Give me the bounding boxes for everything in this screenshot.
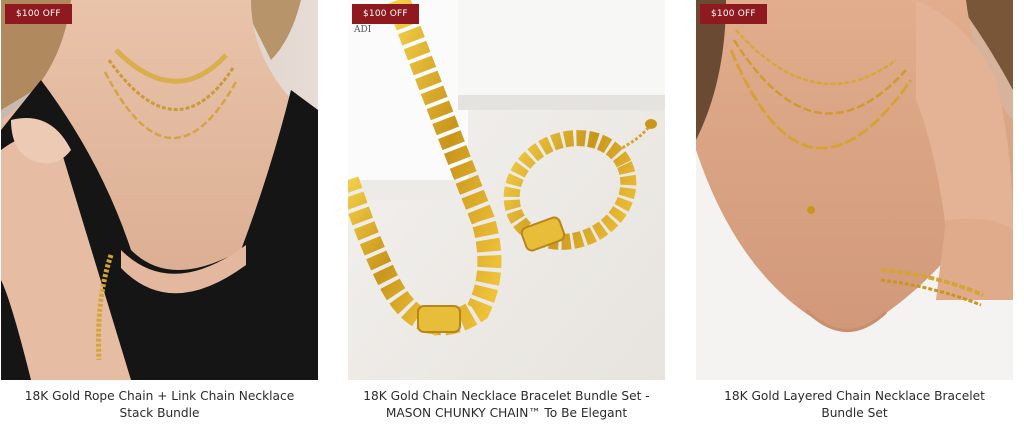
product-photo-illustration: ADI [348,0,665,380]
product-card-layered-chain-set[interactable]: $100 OFF 18K Gold Layered Chain Necklace… [696,0,1013,424]
product-card-mason-chunky-chain[interactable]: ADI $100 OFF 18K Gold Chain Necklace Bra… [348,0,665,424]
model-photo-illustration [1,0,318,380]
discount-badge: $100 OFF [352,4,419,24]
model-photo-illustration [696,0,1013,380]
product-title-link[interactable]: 18K Gold Chain Necklace Bracelet Bundle … [348,388,665,422]
product-image[interactable]: $100 OFF [696,0,1013,380]
discount-badge: $100 OFF [700,4,767,24]
discount-badge: $100 OFF [5,4,72,24]
svg-text:ADI: ADI [353,25,372,35]
product-image[interactable]: ADI $100 OFF [348,0,665,380]
product-card-rope-chain-stack[interactable]: $100 OFF 18K Gold Rope Chain + Link Chai… [1,0,318,424]
product-title-link[interactable]: 18K Gold Layered Chain Necklace Bracelet… [696,388,1013,422]
product-title-link[interactable]: 18K Gold Rope Chain + Link Chain Necklac… [1,388,318,422]
product-image[interactable]: $100 OFF [1,0,318,380]
